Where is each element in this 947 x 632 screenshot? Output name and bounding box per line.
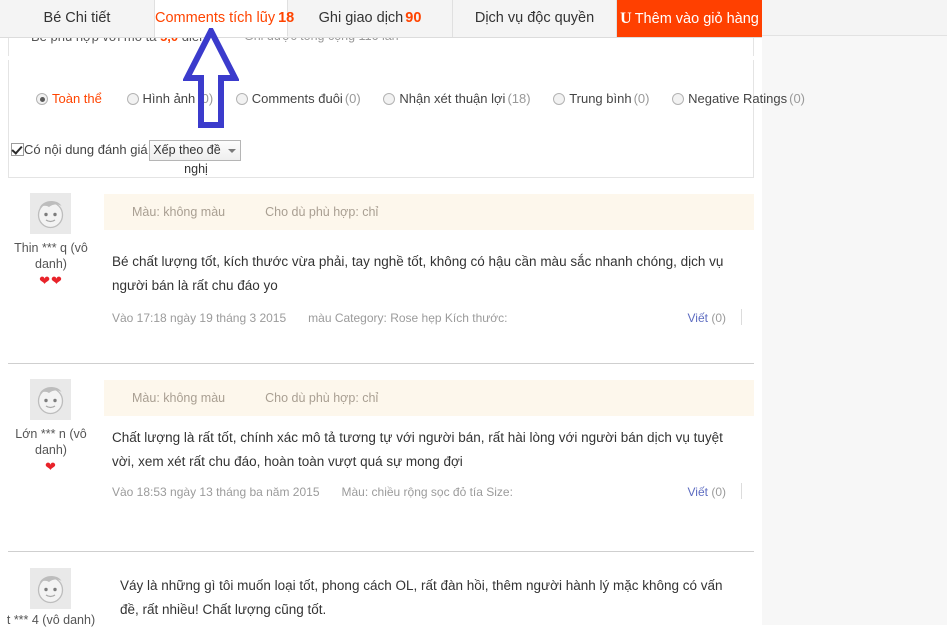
- radio-count: (18): [507, 91, 531, 107]
- match-unit: điểm: [178, 38, 210, 44]
- review-list: Thin *** q (vô danh) ❤❤ Màu: không màu Ch…: [6, 178, 754, 632]
- page-root: Bé Chi tiết Comments tích lũy 18 Ghi giao…: [0, 0, 947, 632]
- filter-radio-group: Toàn thể Hình ảnh (0) Comments đuôi (0) Nh…: [9, 90, 805, 112]
- attribute-color: Màu: không màu: [132, 205, 226, 219]
- tab-ghi-giao-dịch[interactable]: Ghi giao dịch 90: [288, 0, 453, 37]
- cart-label: Thêm vào giỏ hàng: [634, 11, 759, 27]
- radio-icon[interactable]: [36, 93, 48, 106]
- cart-icon: U: [620, 10, 632, 27]
- record-count-text: Ghi được tổng cộng 116 lần: [244, 38, 399, 43]
- attribute-color: Màu: không màu: [132, 391, 226, 405]
- radio-count: (0): [344, 91, 361, 107]
- filter-radio-comments-đuôi[interactable]: Comments đuôi (0): [235, 91, 361, 107]
- attribute-fit: Cho dù phù hợp: chỉ: [265, 391, 379, 405]
- review-attributes: Màu: không màu Cho dù phù hợp: chỉ: [104, 194, 754, 230]
- review-spec: màu Category: Rose hẹp Kích thước:: [308, 311, 508, 325]
- review-item: t *** 4 (vô danh) Váy là những gì tôi mu…: [6, 552, 754, 632]
- radio-label: Nhận xét thuận lợi: [399, 91, 506, 107]
- chevron-down-icon: [228, 149, 236, 153]
- reply-link[interactable]: Viết (0): [688, 311, 726, 325]
- tab-label: Bé Chi tiết: [43, 10, 111, 26]
- filter-radio-trung-bình[interactable]: Trung bình (0): [553, 91, 649, 106]
- reply-label: Viết: [687, 311, 708, 325]
- radio-count: (0): [197, 91, 214, 107]
- tab-label: Ghi giao dịch: [318, 10, 404, 26]
- review-body: Chất lượng là rất tốt, chính xác mô tả t…: [112, 430, 723, 469]
- sort-select-value-line2: nghị: [184, 162, 208, 176]
- sort-select[interactable]: Xếp theo đề nghị: [149, 140, 241, 176]
- rating-hearts: ❤: [45, 459, 57, 474]
- tab-bar: Bé Chi tiết Comments tích lũy 18 Ghi giao…: [0, 0, 762, 38]
- radio-icon[interactable]: [383, 93, 396, 106]
- filter-radio-hình-ảnh[interactable]: Hình ảnh (0): [126, 91, 214, 107]
- filter-radio-toàn-thể[interactable]: Toàn thể: [36, 91, 104, 106]
- radio-icon[interactable]: [553, 93, 566, 106]
- tab-dịch-vụ-độc-quyền[interactable]: Dịch vụ độc quyền: [453, 0, 617, 37]
- reviewer-name: t *** 4 (vô danh): [6, 613, 96, 627]
- tab-comments-tích-lũy[interactable]: Comments tích lũy 18: [155, 0, 294, 37]
- rating-summary-strip: Bé phù hợp với mô tả 5,0 điểm Ghi được t…: [8, 38, 754, 56]
- avatar: [30, 568, 71, 609]
- reply-label: Viết: [687, 485, 708, 499]
- filter-radio-nhận-xét-thuận-lợi[interactable]: Nhận xét thuận lợi (18): [383, 91, 531, 107]
- tab-label: Comments tích lũy: [155, 10, 276, 26]
- review-meta: Vào 17:18 ngày 19 tháng 3 2015 màu Catego…: [112, 309, 754, 325]
- radio-label: Negative Ratings: [688, 91, 788, 107]
- tab-label: Dịch vụ độc quyền: [474, 10, 595, 26]
- radio-icon[interactable]: [235, 93, 248, 106]
- review-meta: Vào 18:53 ngày 13 tháng ba năm 2015 Màu: …: [112, 483, 754, 499]
- tab-count: 90: [405, 10, 422, 26]
- reply-count: (0): [711, 485, 726, 499]
- review-body: Váy là những gì tôi muốn loại tốt, phong…: [120, 578, 723, 617]
- radio-label: Trung bình: [569, 91, 632, 107]
- rating-hearts: ❤❤: [39, 273, 63, 288]
- radio-icon[interactable]: [672, 93, 685, 106]
- radio-count: (0): [789, 91, 805, 107]
- review-item: Thin *** q (vô danh) ❤❤ Màu: không màu Ch…: [8, 178, 754, 364]
- match-label: Bé phù hợp với mô tả: [31, 38, 160, 44]
- review-attributes: Màu: không màu Cho dù phù hợp: chỉ: [104, 380, 754, 416]
- description-match-score: Bé phù hợp với mô tả 5,0 điểm: [31, 38, 210, 44]
- has-content-checkbox[interactable]: Có nội dung đánh giá: [11, 142, 148, 157]
- filter-radio-negative-ratings[interactable]: Negative Ratings (0): [672, 91, 805, 106]
- review-body: Bé chất lượng tốt, kích thước vừa phải, …: [112, 254, 724, 293]
- meta-divider: [741, 309, 742, 325]
- filter-options-row: Có nội dung đánh giá Xếp theo đề nghị: [9, 140, 753, 176]
- sort-select-value: Xếp theo đề: [153, 143, 221, 157]
- match-value: 5,0: [160, 38, 178, 44]
- radio-label: Hình ảnh: [142, 91, 196, 107]
- right-rail-header: [762, 0, 947, 36]
- radio-icon[interactable]: [126, 93, 139, 106]
- checkbox-label: Có nội dung đánh giá: [24, 142, 148, 157]
- review-filter-panel: Toàn thể Hình ảnh (0) Comments đuôi (0) Nh…: [8, 60, 805, 178]
- add-to-cart-button[interactable]: U Thêm vào giỏ hàng: [617, 0, 762, 37]
- reviewer-name: Thin *** q (vô danh): [14, 241, 88, 271]
- radio-label: Toàn thể: [52, 91, 102, 107]
- radio-label: Comments đuôi: [251, 91, 343, 107]
- review-date: Vào 18:53 ngày 13 tháng ba năm 2015: [112, 485, 320, 499]
- review-item: Lớn *** n (vô danh) ❤ Màu: không màu Cho …: [8, 364, 754, 552]
- avatar: [30, 379, 71, 420]
- radio-count: (0): [633, 91, 650, 107]
- avatar: [30, 193, 71, 234]
- review-spec: Màu: chiều rộng sọc đỏ tía Size:: [341, 485, 513, 499]
- meta-divider: [741, 483, 742, 499]
- reply-link[interactable]: Viết (0): [688, 485, 726, 499]
- content-column: Bé Chi tiết Comments tích lũy 18 Ghi giao…: [0, 0, 805, 632]
- checkbox-icon[interactable]: [11, 143, 24, 156]
- reviewer-name: Lớn *** n (vô danh): [15, 427, 87, 457]
- tab-bé-chi-tiết[interactable]: Bé Chi tiết: [0, 0, 155, 37]
- reply-count: (0): [711, 311, 726, 325]
- attribute-fit: Cho dù phù hợp: chỉ: [265, 205, 379, 219]
- review-date: Vào 17:18 ngày 19 tháng 3 2015: [112, 311, 287, 325]
